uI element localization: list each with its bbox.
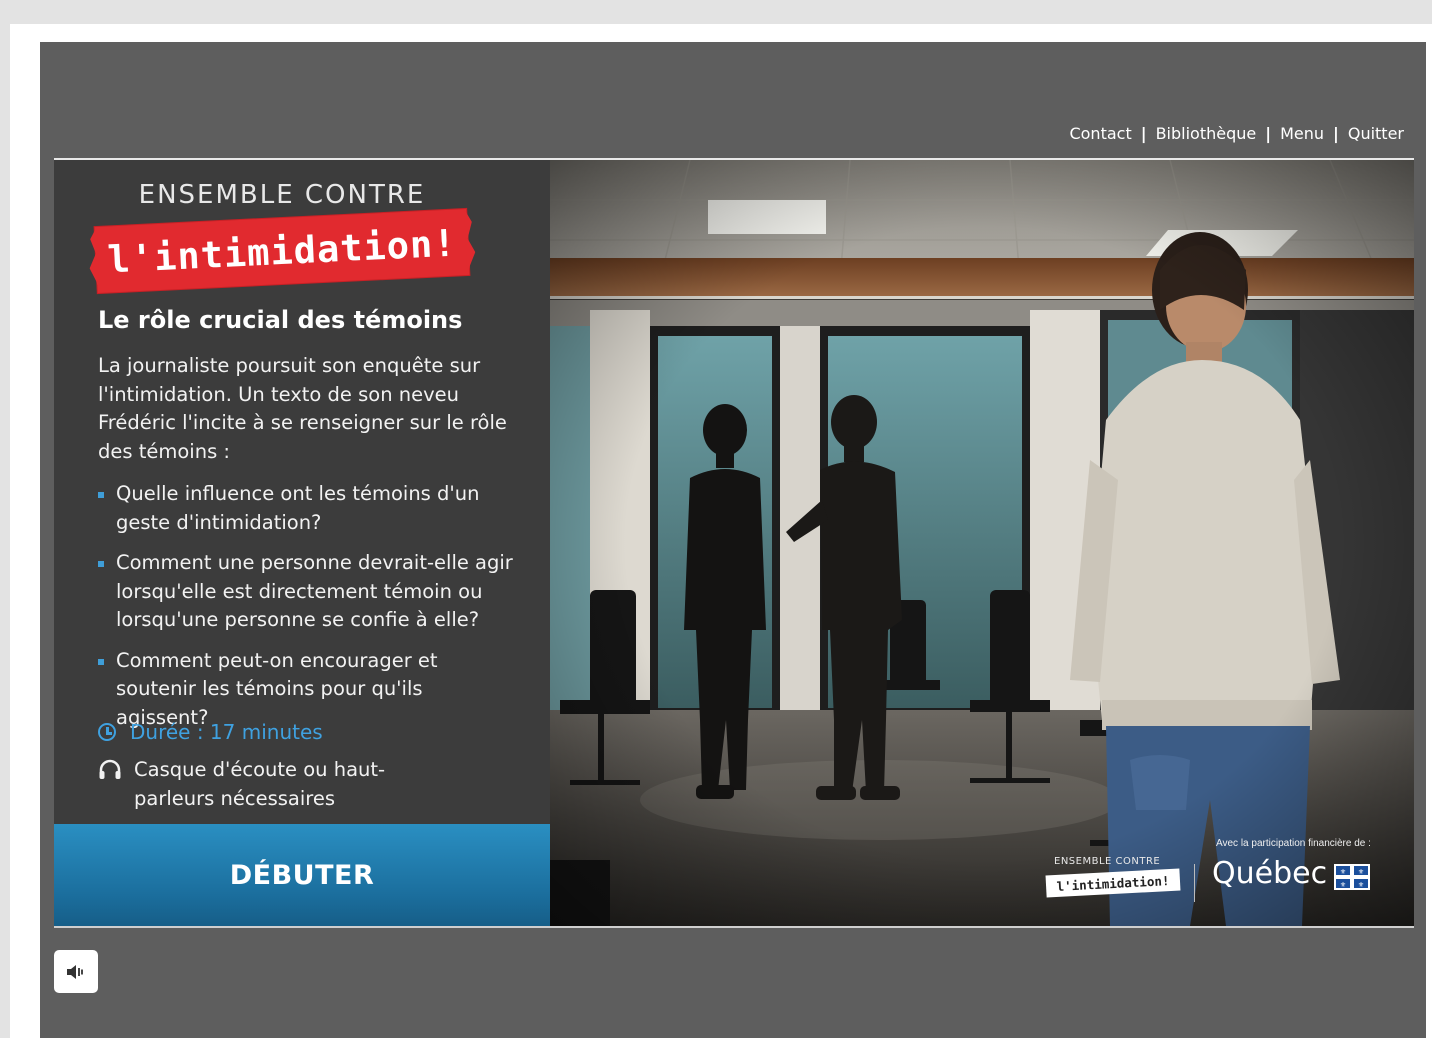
contact-link[interactable]: Contact — [1069, 124, 1131, 143]
audio-toggle-button[interactable] — [54, 950, 98, 993]
clock-icon — [98, 723, 116, 741]
duration-text: Durée : 17 minutes — [130, 720, 323, 744]
menu-link[interactable]: Menu — [1280, 124, 1324, 143]
footer-brand-badge: l'intimidation! — [1045, 868, 1181, 898]
brand-banner-text: l'intimidation! — [106, 220, 458, 282]
course-player: Contact | Bibliothèque | Menu | Quitter … — [40, 42, 1426, 1038]
footer-ensemble-label: ENSEMBLE CONTRE — [1054, 856, 1161, 867]
module-title: Le rôle crucial des témoins — [98, 306, 463, 334]
svg-text:⚜: ⚜ — [1340, 868, 1346, 876]
nav-separator: | — [1140, 124, 1147, 143]
start-button[interactable]: DÉBUTER — [54, 824, 550, 926]
brand-banner: l'intimidation! — [94, 208, 470, 294]
list-item: Quelle influence ont les témoins d'un ge… — [98, 480, 518, 537]
svg-text:⚜: ⚜ — [1340, 881, 1346, 889]
speaker-icon — [67, 964, 83, 979]
course-stage: ENSEMBLE CONTRE l'intimidation! Le rôle … — [54, 160, 1414, 926]
stage-divider — [54, 926, 1414, 928]
headset-info: Casque d'écoute ou haut-parleurs nécessa… — [98, 756, 394, 813]
funding-label: Avec la participation financière de : — [1216, 838, 1371, 849]
svg-text:⚜: ⚜ — [1358, 868, 1364, 876]
duration-info: Durée : 17 minutes — [98, 720, 323, 744]
question-list: Quelle influence ont les témoins d'un ge… — [98, 480, 518, 744]
logo-divider — [1194, 864, 1195, 902]
library-link[interactable]: Bibliothèque — [1156, 124, 1257, 143]
list-item: Comment une personne devrait-elle agir l… — [98, 549, 518, 635]
svg-text:⚜: ⚜ — [1358, 881, 1364, 889]
quebec-logo-text: Québec — [1212, 856, 1328, 891]
quit-link[interactable]: Quitter — [1348, 124, 1404, 143]
partner-logos: ENSEMBLE CONTRE l'intimidation! Avec la … — [1042, 834, 1378, 904]
headset-icon — [99, 759, 121, 779]
headset-text: Casque d'écoute ou haut-parleurs nécessa… — [134, 758, 386, 810]
intro-text: La journaliste poursuit son enquête sur … — [98, 354, 507, 463]
quebec-flag-icon: ⚜ ⚜ ⚜ ⚜ — [1334, 864, 1370, 890]
brand-heading: ENSEMBLE CONTRE — [138, 180, 426, 210]
top-navigation: Contact | Bibliothèque | Menu | Quitter — [1069, 124, 1404, 143]
nav-separator: | — [1333, 124, 1339, 143]
nav-separator: | — [1265, 124, 1272, 143]
office-scene-image — [550, 160, 1414, 926]
intro-panel: ENSEMBLE CONTRE l'intimidation! Le rôle … — [54, 160, 550, 926]
